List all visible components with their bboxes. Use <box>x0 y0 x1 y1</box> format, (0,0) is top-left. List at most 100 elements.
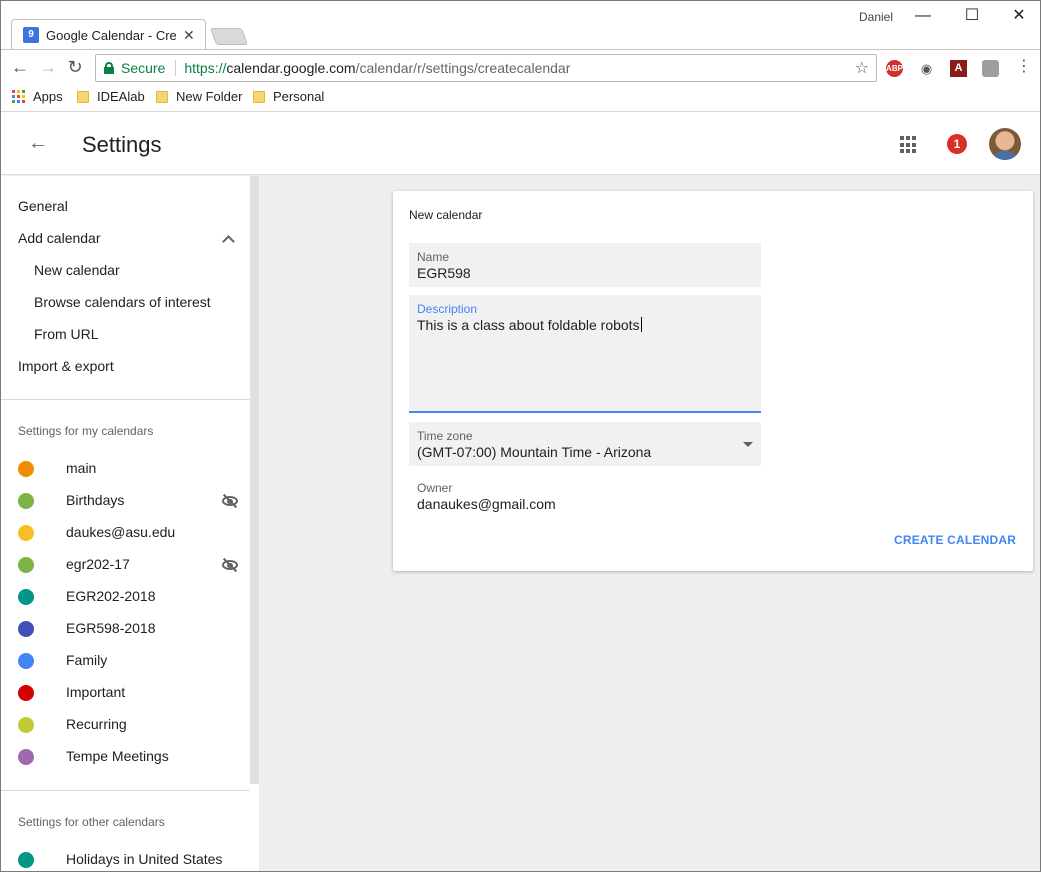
description-field[interactable]: Description This is a class about foldab… <box>409 295 761 413</box>
dropdown-arrow-icon[interactable] <box>743 442 753 447</box>
folder-icon <box>77 90 89 103</box>
name-value: EGR598 <box>417 265 471 281</box>
visibility-off-icon[interactable] <box>222 557 238 573</box>
calendar-row[interactable]: Family <box>18 652 242 672</box>
avatar[interactable] <box>989 128 1021 160</box>
calendar-color-dot <box>18 653 34 669</box>
sidebar-scrollbar[interactable] <box>250 176 259 784</box>
name-field[interactable]: Name EGR598 <box>409 243 761 287</box>
bookmark-apps[interactable]: Apps <box>12 89 63 104</box>
calendar-name: Holidays in United States <box>66 851 223 867</box>
pdf-icon[interactable]: A <box>950 60 967 77</box>
calendar-name: Birthdays <box>66 492 125 508</box>
calendar-name: Recurring <box>66 716 127 732</box>
close-tab-icon[interactable]: ✕ <box>183 27 195 44</box>
maximize-button[interactable]: ☐ <box>962 5 982 27</box>
sidebar-item-browse-calendars[interactable]: Browse calendars of interest <box>34 294 211 314</box>
eye-slash-icon[interactable]: ◉ <box>918 60 935 77</box>
google-apps-icon[interactable] <box>900 136 918 154</box>
browser-tab[interactable]: 9 Google Calendar - Create ✕ <box>23 23 208 47</box>
back-arrow-icon[interactable]: ← <box>28 133 48 153</box>
calendar-name: Tempe Meetings <box>66 748 169 764</box>
lock-icon <box>104 62 114 74</box>
new-calendar-card: New calendar Name EGR598 Description Thi… <box>393 191 1033 571</box>
back-button[interactable]: ← <box>9 56 31 78</box>
calendar-row[interactable]: main <box>18 460 242 480</box>
sidebar-item-add-calendar[interactable]: Add calendar <box>18 230 101 250</box>
calendar-color-dot <box>18 557 34 573</box>
chevron-up-icon[interactable] <box>223 234 233 244</box>
calendar-row[interactable]: Tempe Meetings <box>18 748 242 768</box>
timezone-label: Time zone <box>417 429 473 443</box>
bookmark-label: Apps <box>33 89 63 104</box>
bookmark-star-icon[interactable]: ☆ <box>855 58 869 78</box>
calendar-color-dot <box>18 525 34 541</box>
description-text: This is a class about foldable robots <box>417 317 640 333</box>
sidebar-item-import-export[interactable]: Import & export <box>18 358 114 378</box>
settings-sidebar: General Add calendar New calendar Browse… <box>1 176 250 871</box>
forward-button[interactable]: → <box>37 56 59 78</box>
bookmark-label: IDEAlab <box>97 89 145 104</box>
other-calendars-header: Settings for other calendars <box>18 815 165 829</box>
calendar-row[interactable]: EGR598-2018 <box>18 620 242 640</box>
profile-name[interactable]: Daniel <box>859 10 893 24</box>
bookmark-personal[interactable]: Personal <box>253 89 324 104</box>
notification-badge[interactable]: 1 <box>947 134 967 154</box>
bookmarks-bar: Apps IDEAlab New Folder Personal <box>1 85 1040 111</box>
folder-icon <box>253 90 265 103</box>
calendar-name: EGR202-2018 <box>66 588 156 604</box>
description-value: This is a class about foldable robots <box>417 317 642 333</box>
tab-title: Google Calendar - Create <box>46 27 176 43</box>
calendar-row[interactable]: daukes@asu.edu <box>18 524 242 544</box>
bookmark-label: New Folder <box>176 89 243 104</box>
calendar-color-dot <box>18 461 34 477</box>
reload-button[interactable]: ↻ <box>64 56 86 78</box>
calendar-color-dot <box>18 852 34 868</box>
chrome-menu-icon[interactable]: ⋮ <box>1013 56 1035 78</box>
browser-window: 9 Google Calendar - Create ✕ Daniel — ☐ … <box>0 0 1041 872</box>
calendar-row[interactable]: Recurring <box>18 716 242 736</box>
url-scheme: https:// <box>184 60 227 76</box>
bookmark-label: Personal <box>273 89 325 104</box>
sidebar-item-from-url[interactable]: From URL <box>34 326 99 346</box>
folder-icon <box>156 90 168 103</box>
my-calendars-header: Settings for my calendars <box>18 424 154 438</box>
address-bar[interactable]: Secure https:// calendar.google.com /cal… <box>95 54 877 82</box>
text-caret <box>640 317 642 332</box>
owner-label: Owner <box>417 481 453 495</box>
secure-label: Secure <box>121 60 166 76</box>
calendar-row[interactable]: Holidays in United States <box>18 851 242 871</box>
visibility-off-icon[interactable] <box>222 493 238 509</box>
calendar-name: Family <box>66 652 108 668</box>
calendar-color-dot <box>18 717 34 733</box>
shield-icon[interactable] <box>982 60 999 77</box>
sidebar-divider <box>1 399 250 400</box>
calendar-name: main <box>66 460 97 476</box>
calendar-name: EGR598-2018 <box>66 620 156 636</box>
adblock-extension-icon[interactable]: ABP <box>886 60 903 77</box>
minimize-button[interactable]: — <box>913 5 933 27</box>
timezone-select[interactable]: Time zone (GMT-07:00) Mountain Time - Ar… <box>409 422 761 466</box>
calendar-row[interactable]: Important <box>18 684 242 704</box>
bookmark-new-folder[interactable]: New Folder <box>156 89 242 104</box>
browser-toolbar: ← → ↻ Secure https:// calendar.google.co… <box>1 49 1040 85</box>
calendar-row[interactable]: EGR202-2018 <box>18 588 242 608</box>
calendar-row[interactable]: Birthdays <box>18 492 242 512</box>
calendar-color-dot <box>18 589 34 605</box>
new-tab-button[interactable] <box>209 28 249 45</box>
url-separator <box>175 60 177 76</box>
calendar-favicon-icon: 9 <box>23 27 39 43</box>
timezone-value: (GMT-07:00) Mountain Time - Arizona <box>417 444 652 460</box>
calendar-row[interactable]: egr202-17 <box>18 556 242 576</box>
sidebar-item-new-calendar[interactable]: New calendar <box>34 262 120 282</box>
close-window-button[interactable]: ✕ <box>1009 5 1029 27</box>
bookmark-idealab[interactable]: IDEAlab <box>77 89 145 104</box>
calendar-color-dot <box>18 493 34 509</box>
create-calendar-button[interactable]: CREATE CALENDAR <box>894 533 1016 547</box>
calendar-color-dot <box>18 685 34 701</box>
app-header: ← Settings 1 <box>1 111 1040 175</box>
name-label: Name <box>417 250 450 264</box>
sidebar-item-general[interactable]: General <box>18 198 68 218</box>
card-title: New calendar <box>409 208 483 222</box>
title-bar: 9 Google Calendar - Create ✕ Daniel — ☐ … <box>1 1 1040 49</box>
